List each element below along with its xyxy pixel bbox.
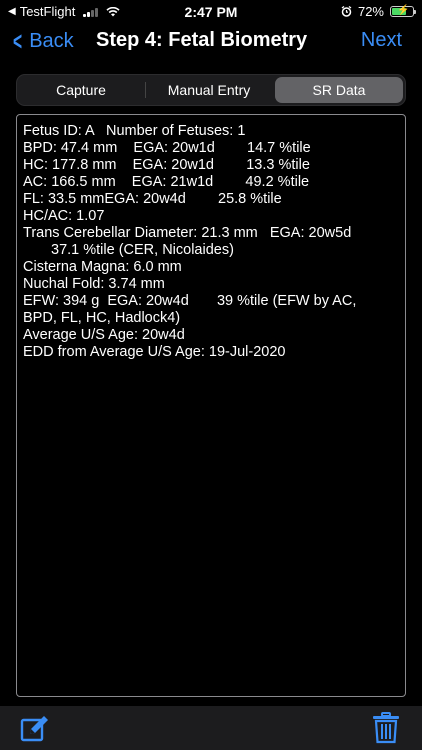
tab-manual-entry[interactable]: Manual Entry bbox=[145, 75, 273, 105]
report-line: BPD, FL, HC, Hadlock4) bbox=[23, 310, 181, 326]
report-line: EDD from Average U/S Age: 19-Jul-2020 bbox=[23, 344, 286, 360]
next-button[interactable]: Next bbox=[361, 29, 402, 52]
bottom-toolbar bbox=[0, 706, 422, 750]
segmented-control: Capture Manual Entry SR Data bbox=[16, 74, 406, 106]
battery-cap bbox=[414, 10, 416, 14]
page-title: Step 4: Fetal Biometry bbox=[96, 29, 308, 51]
alarm-icon bbox=[341, 6, 352, 17]
charging-bolt-icon: ⚡ bbox=[397, 5, 410, 16]
sr-data-text-area[interactable]: Fetus ID: A Number of Fetuses: 1 BPD: 47… bbox=[16, 114, 406, 697]
report-line: FL: 33.5 mmEGA: 20w4d 25.8 %tile bbox=[23, 191, 282, 207]
report-line: Trans Cerebellar Diameter: 21.3 mm EGA: … bbox=[23, 225, 352, 241]
tab-sr-data[interactable]: SR Data bbox=[275, 77, 403, 103]
report-line: Average U/S Age: 20w4d bbox=[23, 327, 185, 343]
chevron-left-icon: < bbox=[13, 26, 23, 56]
report-line: 37.1 %tile (CER, Nicolaides) bbox=[51, 242, 234, 258]
report-line: Nuchal Fold: 3.74 mm bbox=[23, 276, 165, 292]
trash-icon[interactable] bbox=[372, 712, 400, 744]
report-line: EFW: 394 g EGA: 20w4d 39 %tile (EFW by A… bbox=[23, 293, 357, 309]
back-button[interactable]: < Back bbox=[10, 28, 74, 54]
report-line: HC/AC: 1.07 bbox=[23, 208, 105, 224]
navigation-bar: < Back Step 4: Fetal Biometry Next bbox=[0, 24, 422, 64]
report-line: Cisterna Magna: 6.0 mm bbox=[23, 259, 182, 275]
back-button-label: Back bbox=[29, 29, 74, 52]
report-line: Fetus ID: A Number of Fetuses: 1 bbox=[23, 123, 246, 139]
report-line: AC: 166.5 mm EGA: 21w1d 49.2 %tile bbox=[23, 174, 310, 190]
compose-icon[interactable] bbox=[20, 714, 50, 744]
battery-charging-icon: ⚡ bbox=[390, 5, 416, 17]
report-line: HC: 177.8 mm EGA: 20w1d 13.3 %tile bbox=[23, 157, 310, 173]
status-bar: ◀ TestFlight 2:47 PM 72% ⚡ bbox=[0, 0, 422, 24]
tab-capture[interactable]: Capture bbox=[17, 75, 145, 105]
battery-percent: 72% bbox=[357, 4, 384, 19]
report-line: BPD: 47.4 mm EGA: 20w1d 14.7 %tile bbox=[23, 140, 311, 156]
